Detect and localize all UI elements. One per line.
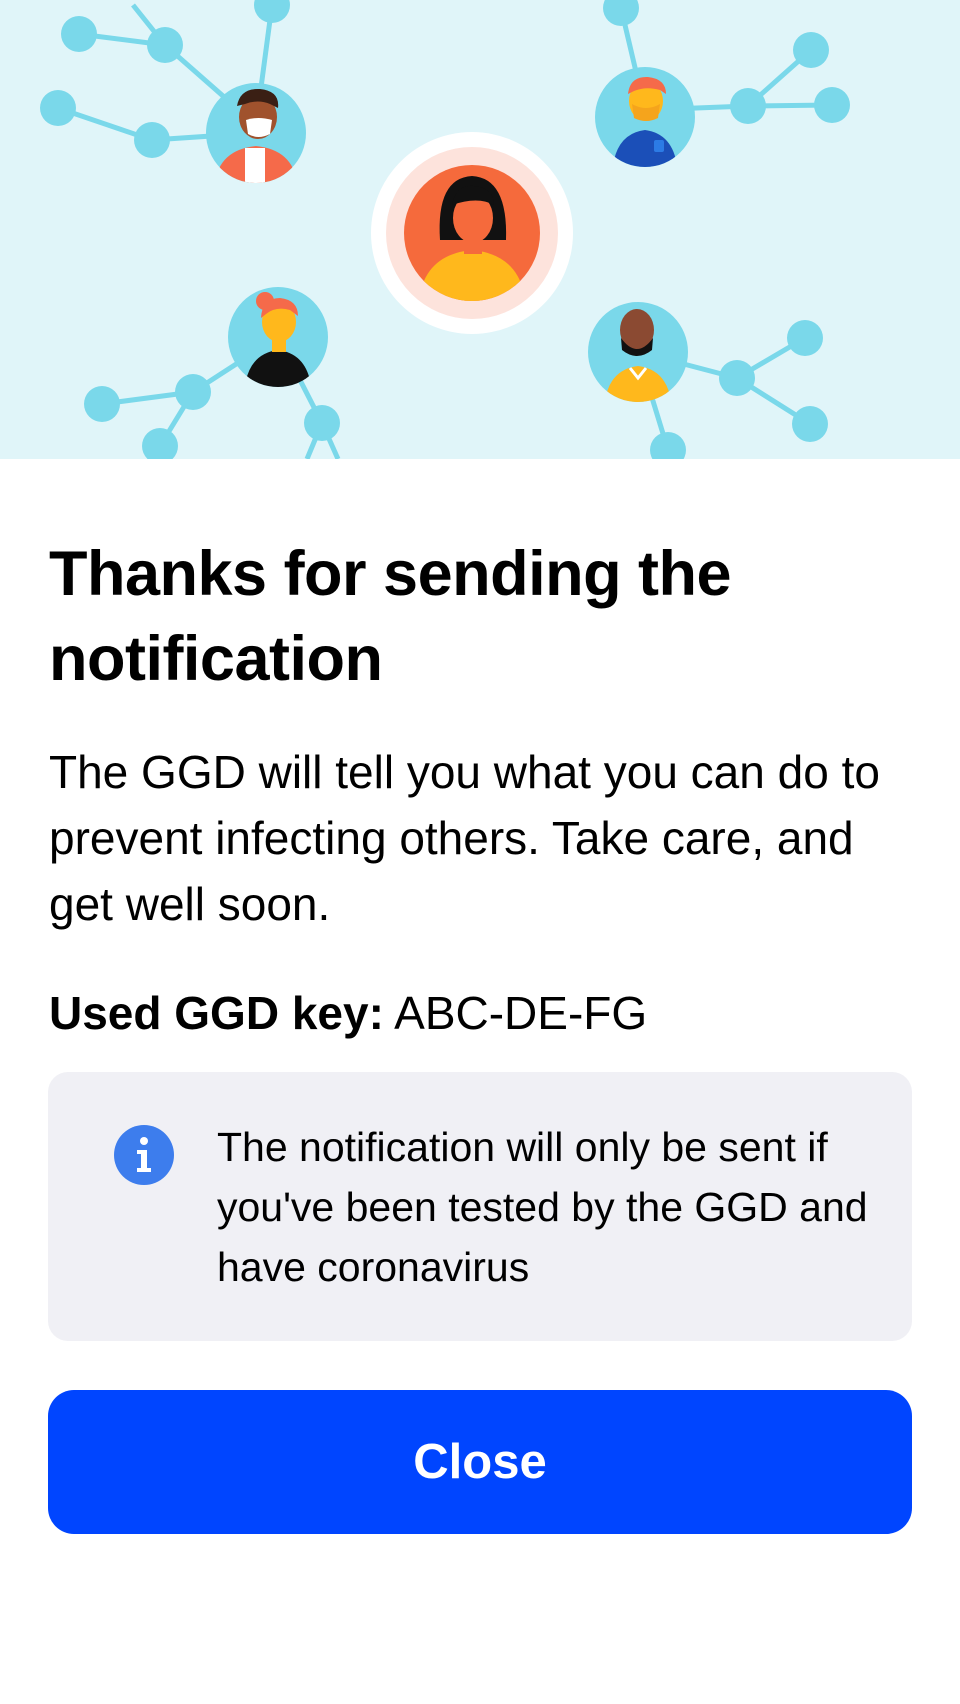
body-text: The GGD will tell you what you can do to… [49,746,880,930]
people-network-illustration [40,0,850,459]
person-avatar-red-hair [228,287,328,387]
person-avatar-masked [206,83,306,183]
close-button[interactable]: Close [48,1390,912,1534]
ggd-key-line: Used GGD key: ABC-DE-FG [49,983,647,1043]
info-icon [114,1125,174,1185]
person-avatar-blue-shirt [595,67,695,167]
person-avatar-bearded [588,302,688,402]
ggd-key-value: ABC-DE-FG [394,987,648,1039]
info-text: The notification will only be sent if yo… [217,1124,868,1290]
ggd-key-label: Used GGD key: [49,987,384,1039]
person-avatar-highlighted [371,132,573,334]
hero-illustration [0,0,960,459]
page-title: Thanks for sending the notification [49,539,732,694]
